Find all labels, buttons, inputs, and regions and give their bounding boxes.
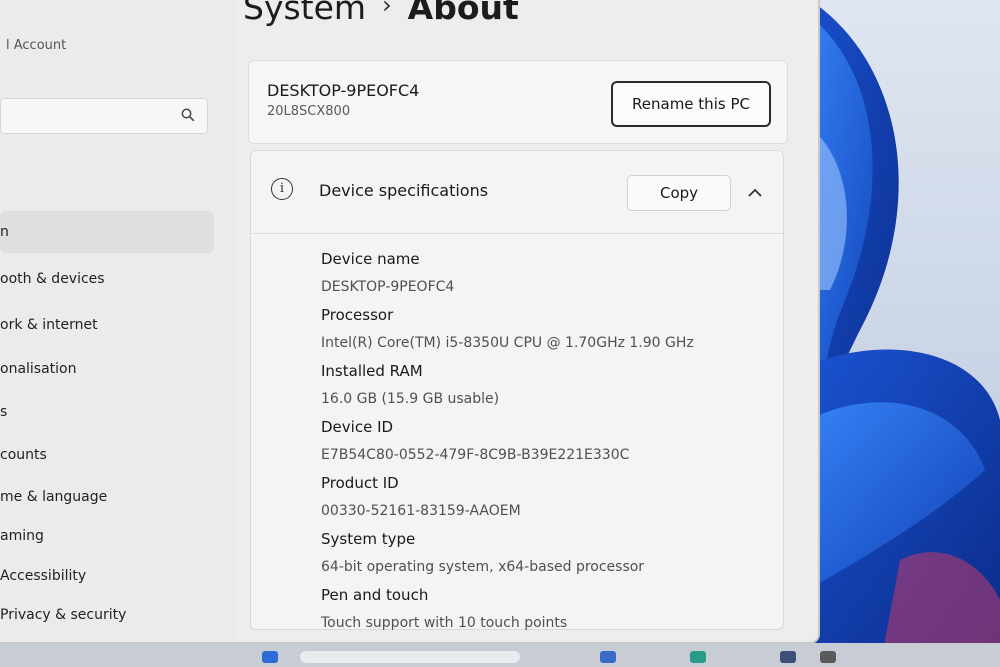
taskbar-app-icon[interactable] bbox=[690, 651, 706, 663]
device-name-card: DESKTOP-9PEOFC4 20L8SCX800 Rename this P… bbox=[248, 60, 788, 144]
spec-label: Device name bbox=[321, 250, 420, 268]
pc-name: DESKTOP-9PEOFC4 bbox=[267, 81, 420, 100]
account-label: l Account bbox=[6, 38, 67, 53]
specifications-list: Device name DESKTOP-9PEOFC4 Processor In… bbox=[321, 245, 694, 637]
taskbar-app-icon[interactable] bbox=[600, 651, 616, 663]
taskbar-app-icon[interactable] bbox=[820, 651, 836, 663]
spec-row-pen-touch: Pen and touch Touch support with 10 touc… bbox=[321, 581, 694, 637]
spec-label: Installed RAM bbox=[321, 362, 423, 380]
spec-row-device-id: Device ID E7B54C80-0552-479F-8C9B-B39E22… bbox=[321, 413, 694, 469]
search-input[interactable] bbox=[0, 98, 208, 134]
pc-model: 20L8SCX800 bbox=[267, 104, 351, 119]
spec-value: DESKTOP-9PEOFC4 bbox=[321, 279, 455, 295]
spec-label: Pen and touch bbox=[321, 586, 429, 604]
sidebar-item-gaming[interactable]: aming bbox=[0, 528, 44, 544]
search-icon bbox=[181, 108, 195, 126]
specifications-title: Device specifications bbox=[319, 181, 489, 200]
device-specifications-card: i Device specifications Copy Device name… bbox=[250, 150, 784, 631]
sidebar-item-personalisation[interactable]: onalisation bbox=[0, 361, 77, 377]
sidebar-item-accessibility[interactable]: Accessibility bbox=[0, 568, 86, 584]
taskbar bbox=[0, 643, 1000, 667]
spec-row-product-id: Product ID 00330-52161-83159-AAOEM bbox=[321, 469, 694, 525]
sidebar-item-time-language[interactable]: me & language bbox=[0, 489, 107, 505]
sidebar-item-apps[interactable]: s bbox=[0, 404, 7, 420]
start-icon[interactable] bbox=[262, 651, 278, 663]
sidebar-item-network[interactable]: ork & internet bbox=[0, 317, 98, 333]
spec-value: 64-bit operating system, x64-based proce… bbox=[321, 559, 645, 575]
page-title: System › About bbox=[243, 0, 519, 27]
sidebar-item-accounts[interactable]: counts bbox=[0, 447, 47, 463]
spec-row-device-name: Device name DESKTOP-9PEOFC4 bbox=[321, 245, 694, 301]
sidebar-item-privacy-security[interactable]: Privacy & security bbox=[0, 607, 126, 623]
spec-value: Intel(R) Core(TM) i5-8350U CPU @ 1.70GHz… bbox=[321, 335, 694, 351]
spec-label: Processor bbox=[321, 306, 394, 324]
info-icon: i bbox=[271, 178, 293, 200]
sidebar: l Account n ooth & devices ork & interne… bbox=[0, 0, 235, 642]
spec-row-processor: Processor Intel(R) Core(TM) i5-8350U CPU… bbox=[321, 301, 694, 357]
spec-label: Product ID bbox=[321, 474, 399, 492]
sidebar-item-system[interactable]: n bbox=[0, 224, 9, 240]
spec-label: Device ID bbox=[321, 418, 394, 436]
spec-value: 00330-52161-83159-AAOEM bbox=[321, 503, 521, 519]
taskbar-search-icon[interactable] bbox=[300, 651, 520, 663]
spec-label: System type bbox=[321, 530, 416, 548]
copy-button[interactable]: Copy bbox=[627, 175, 731, 211]
spec-value: Touch support with 10 touch points bbox=[321, 615, 568, 631]
chevron-up-icon[interactable] bbox=[743, 181, 767, 205]
spec-value: 16.0 GB (15.9 GB usable) bbox=[321, 391, 500, 407]
spec-value: E7B54C80-0552-479F-8C9B-B39E221E330C bbox=[321, 447, 630, 463]
sidebar-item-bluetooth[interactable]: ooth & devices bbox=[0, 271, 105, 287]
sidebar-active-highlight bbox=[0, 211, 214, 253]
spec-row-system-type: System type 64-bit operating system, x64… bbox=[321, 525, 694, 581]
breadcrumb-parent[interactable]: System bbox=[243, 0, 366, 27]
spec-row-installed-ram: Installed RAM 16.0 GB (15.9 GB usable) bbox=[321, 357, 694, 413]
breadcrumb-separator-icon: › bbox=[382, 0, 392, 19]
specifications-header[interactable]: i Device specifications Copy bbox=[251, 151, 783, 234]
breadcrumb-current: About bbox=[407, 0, 519, 27]
taskbar-app-icon[interactable] bbox=[780, 651, 796, 663]
settings-window: l Account n ooth & devices ork & interne… bbox=[0, 0, 820, 644]
rename-pc-button[interactable]: Rename this PC bbox=[611, 81, 771, 127]
